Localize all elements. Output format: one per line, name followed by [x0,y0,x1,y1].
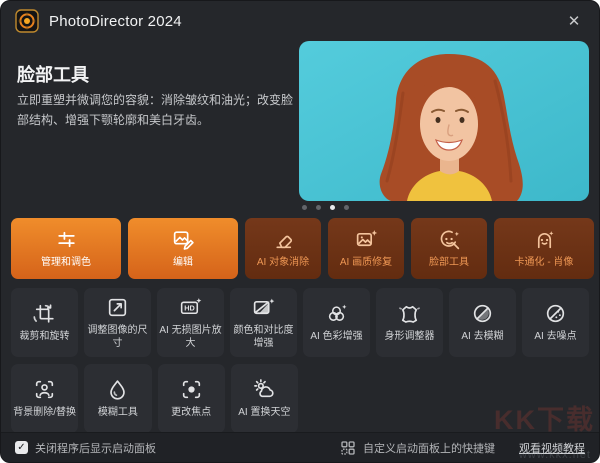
app-title: PhotoDirector 2024 [49,13,182,30]
customize-shortcuts-button[interactable]: 自定义启动面板上的快捷键 [363,440,495,456]
titlebar: PhotoDirector 2024 ✕ [1,1,599,41]
shortcut-grid-icon [341,441,355,455]
tool-label: 颜色和对比度增强 [230,325,297,350]
tool-label: 模糊工具 [96,407,140,420]
background-remove-icon [32,377,57,402]
tool-button-body-shape[interactable]: 身形调整器 [376,288,443,357]
carousel-dot[interactable] [330,205,335,210]
tool-label: 管理和调色 [39,257,93,270]
launcher-window: PhotoDirector 2024 ✕ 脸部工具 立即重塑并微调您的容貌：消除… [0,0,600,463]
tool-label: AI 画质修复 [338,257,394,270]
face-wand-icon [437,227,462,252]
color-circles-icon [324,301,349,326]
tool-button-denoise[interactable]: AI 去噪点 [522,288,589,357]
footer-bar: ✓ 关闭程序后显示启动面板 自定义启动面板上的快捷键 观看视频教程 [1,432,599,462]
deblur-icon [470,301,495,326]
body-shape-icon [397,301,422,326]
tools-grid: 裁剪和旋转调整图像的尺寸 HD AI 无损图片放大颜色和对比度增强 AI 色彩增强 身形… [11,288,589,357]
tool-button-edit-image[interactable]: 编辑 [128,218,238,279]
featured-tools-row: 管理和调色 编辑 AI 对象消除 AI 画质修复 脸部工具 卡通化 - 肖像 [11,218,589,279]
resize-icon [105,295,130,320]
tool-label: 卡通化 - 肖像 [513,257,576,270]
app-logo-icon [15,9,39,33]
cartoon-face-icon [532,227,557,252]
watch-tutorial-link[interactable]: 观看视频教程 [519,440,585,456]
tool-label: AI 色彩增强 [308,331,364,344]
carousel-dots [302,205,349,210]
tool-button-face-wand[interactable]: 脸部工具 [411,218,487,279]
tool-button-hd-upscale[interactable]: HD AI 无损图片放大 [157,288,224,357]
tool-button-eraser[interactable]: AI 对象消除 [245,218,321,279]
show-panel-label: 关闭程序后显示启动面板 [35,440,156,456]
tool-button-blur-drop[interactable]: 模糊工具 [84,364,151,433]
tool-button-focus[interactable]: 更改焦点 [158,364,225,433]
tool-label: AI 去噪点 [532,331,578,344]
tool-label: 背景删除/替换 [11,407,78,420]
tool-button-color-circles[interactable]: AI 色彩增强 [303,288,370,357]
carousel-dot[interactable] [344,205,349,210]
close-button[interactable]: ✕ [563,10,585,32]
tool-label: 身形调整器 [383,331,437,344]
svg-text:HD: HD [184,304,195,313]
tools-grid-bottom: 背景删除/替换 模糊工具 更改焦点 AI 置换天空 [11,364,298,433]
tool-button-cartoon-face[interactable]: 卡通化 - 肖像 [494,218,594,279]
tool-label: 编辑 [171,257,195,270]
carousel-dot[interactable] [302,205,307,210]
tool-button-image-sparkle[interactable]: AI 画质修复 [328,218,404,279]
tool-button-deblur[interactable]: AI 去模糊 [449,288,516,357]
tool-label: AI 去模糊 [459,331,505,344]
tool-button-background-remove[interactable]: 背景删除/替换 [11,364,78,433]
tool-label: AI 置换天空 [236,407,292,420]
tool-label: 调整图像的尺寸 [84,325,151,350]
image-sparkle-icon [354,227,379,252]
tool-label: AI 对象消除 [255,257,311,270]
tool-button-sliders[interactable]: 管理和调色 [11,218,121,279]
eraser-icon [271,227,296,252]
page-title: 脸部工具 [17,61,89,87]
contrast-enhance-icon [251,295,276,320]
sky-replace-icon [252,377,277,402]
carousel-dot[interactable] [316,205,321,210]
show-panel-checkbox[interactable]: ✓ [15,441,28,454]
tool-button-sky-replace[interactable]: AI 置换天空 [231,364,298,433]
tool-label: 脸部工具 [427,257,471,270]
hd-upscale-icon: HD [178,295,203,320]
focus-icon [179,377,204,402]
denoise-icon [543,301,568,326]
tool-button-crop-rotate[interactable]: 裁剪和旋转 [11,288,78,357]
portrait-photo [299,41,589,201]
tool-label: AI 无损图片放大 [157,325,224,350]
crop-rotate-icon [32,301,57,326]
tool-button-contrast-enhance[interactable]: 颜色和对比度增强 [230,288,297,357]
tool-button-resize[interactable]: 调整图像的尺寸 [84,288,151,357]
edit-image-icon [171,227,196,252]
tool-label: 更改焦点 [169,407,213,420]
tool-label: 裁剪和旋转 [18,331,72,344]
intro-description: 立即重塑并微调您的容貌：消除皱纹和油光；改变脸部结构、增强下颚轮廓和美白牙齿。 [17,91,293,131]
blur-drop-icon [105,377,130,402]
sliders-icon [54,227,79,252]
